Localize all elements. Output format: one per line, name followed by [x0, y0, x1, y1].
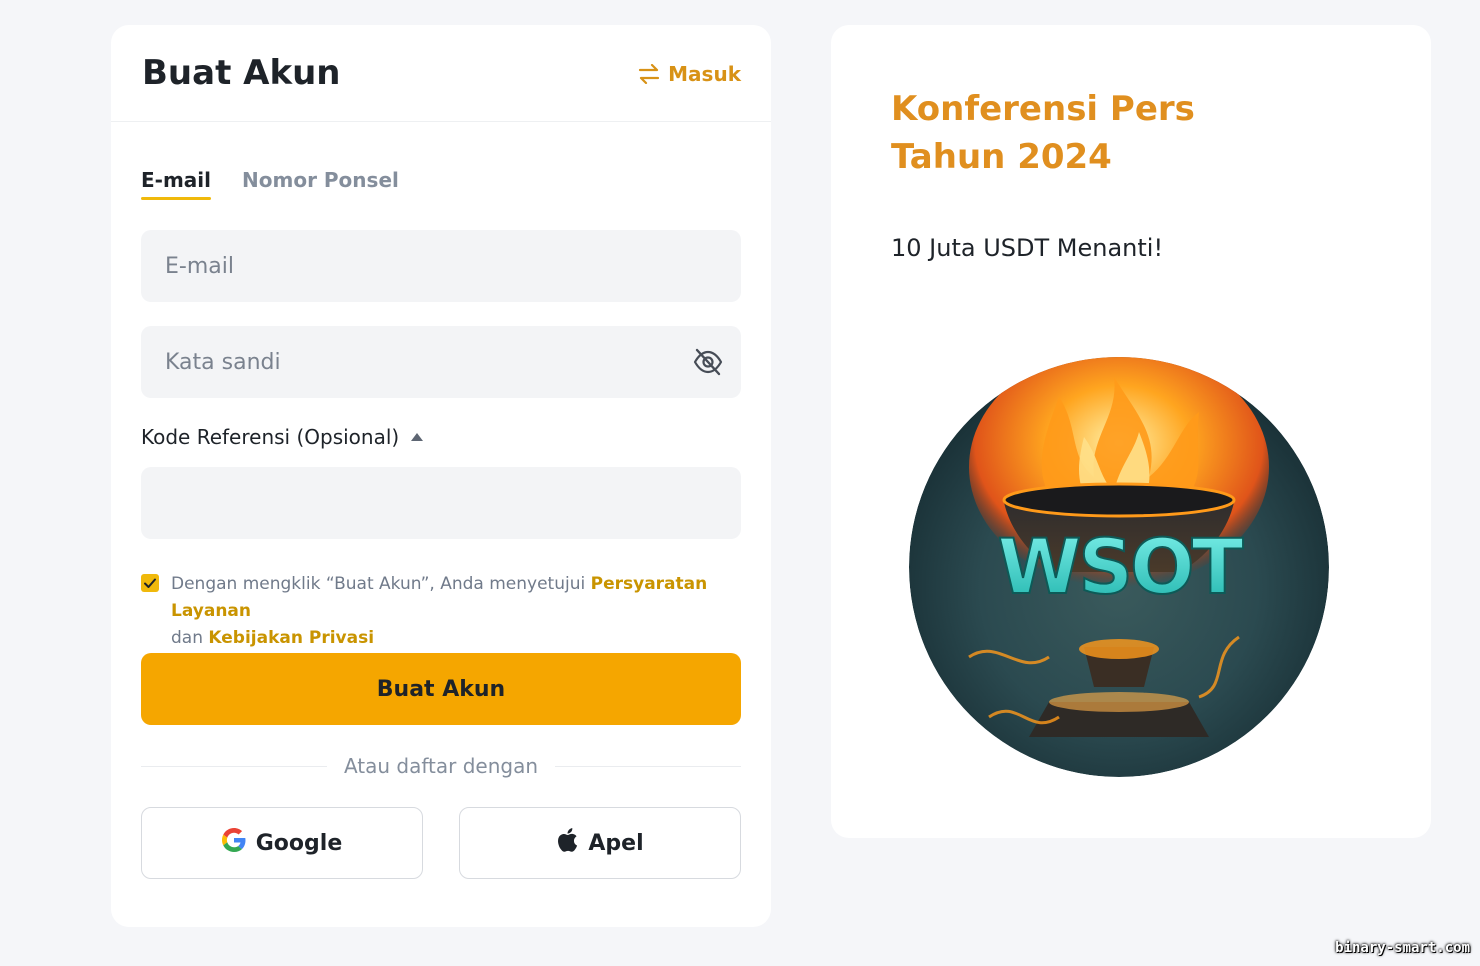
referral-code-label: Kode Referensi (Opsional): [141, 425, 400, 449]
checkmark-icon: [144, 578, 156, 588]
referral-field-container: [141, 467, 741, 539]
eye-slash-icon[interactable]: [693, 348, 723, 376]
caret-up-icon: [411, 433, 424, 441]
google-signup-button[interactable]: Google: [141, 807, 423, 879]
login-link[interactable]: Masuk: [638, 60, 741, 88]
apple-button-label: Apel: [588, 830, 644, 856]
promo-subtitle: 10 Juta USDT Menanti!: [891, 234, 1164, 262]
watermark: binary-smart.com: [1335, 940, 1470, 956]
page-title: Buat Akun: [142, 53, 341, 93]
referral-code-input[interactable]: [141, 467, 741, 539]
signup-card: Buat Akun Masuk E-mail Nomor Ponsel E-ma…: [111, 25, 771, 927]
promo-title: Konferensi Pers Tahun 2024: [891, 89, 1195, 177]
promo-card: Konferensi Pers Tahun 2024 10 Juta USDT …: [831, 25, 1431, 838]
terms-checkbox[interactable]: [141, 574, 159, 592]
referral-code-toggle[interactable]: Kode Referensi (Opsional): [141, 425, 424, 449]
terms-prefix: Dengan mengklik “Buat Akun”, Anda menyet…: [171, 574, 591, 594]
swap-arrows-icon: [638, 64, 660, 84]
email-input[interactable]: [141, 230, 741, 302]
terms-conjunction: dan: [171, 628, 209, 648]
google-logo-icon: [221, 828, 246, 858]
divider-line-right: [555, 766, 741, 767]
tab-phone-number[interactable]: Nomor Ponsel: [242, 167, 399, 203]
google-button-label: Google: [255, 830, 343, 856]
privacy-policy-link[interactable]: Kebijakan Privasi: [208, 628, 374, 648]
promo-trophy-image: WSOT: [909, 357, 1329, 777]
social-divider: Atau daftar dengan: [141, 753, 741, 779]
signup-method-tabs: E-mail Nomor Ponsel: [141, 167, 399, 203]
email-field-container: [141, 230, 741, 302]
promo-image-text: WSOT: [997, 522, 1243, 611]
password-field-container: [141, 326, 741, 398]
password-input[interactable]: [141, 326, 741, 398]
apple-signup-button[interactable]: Apel: [459, 807, 741, 879]
create-account-button[interactable]: Buat Akun: [141, 653, 741, 725]
tab-email[interactable]: E-mail: [141, 167, 212, 203]
login-link-label: Masuk: [668, 62, 741, 86]
terms-text: Dengan mengklik “Buat Akun”, Anda menyet…: [171, 571, 747, 652]
terms-agreement: Dengan mengklik “Buat Akun”, Anda menyet…: [141, 571, 741, 652]
card-header: Buat Akun Masuk: [111, 25, 771, 122]
apple-logo-icon: [556, 827, 578, 859]
